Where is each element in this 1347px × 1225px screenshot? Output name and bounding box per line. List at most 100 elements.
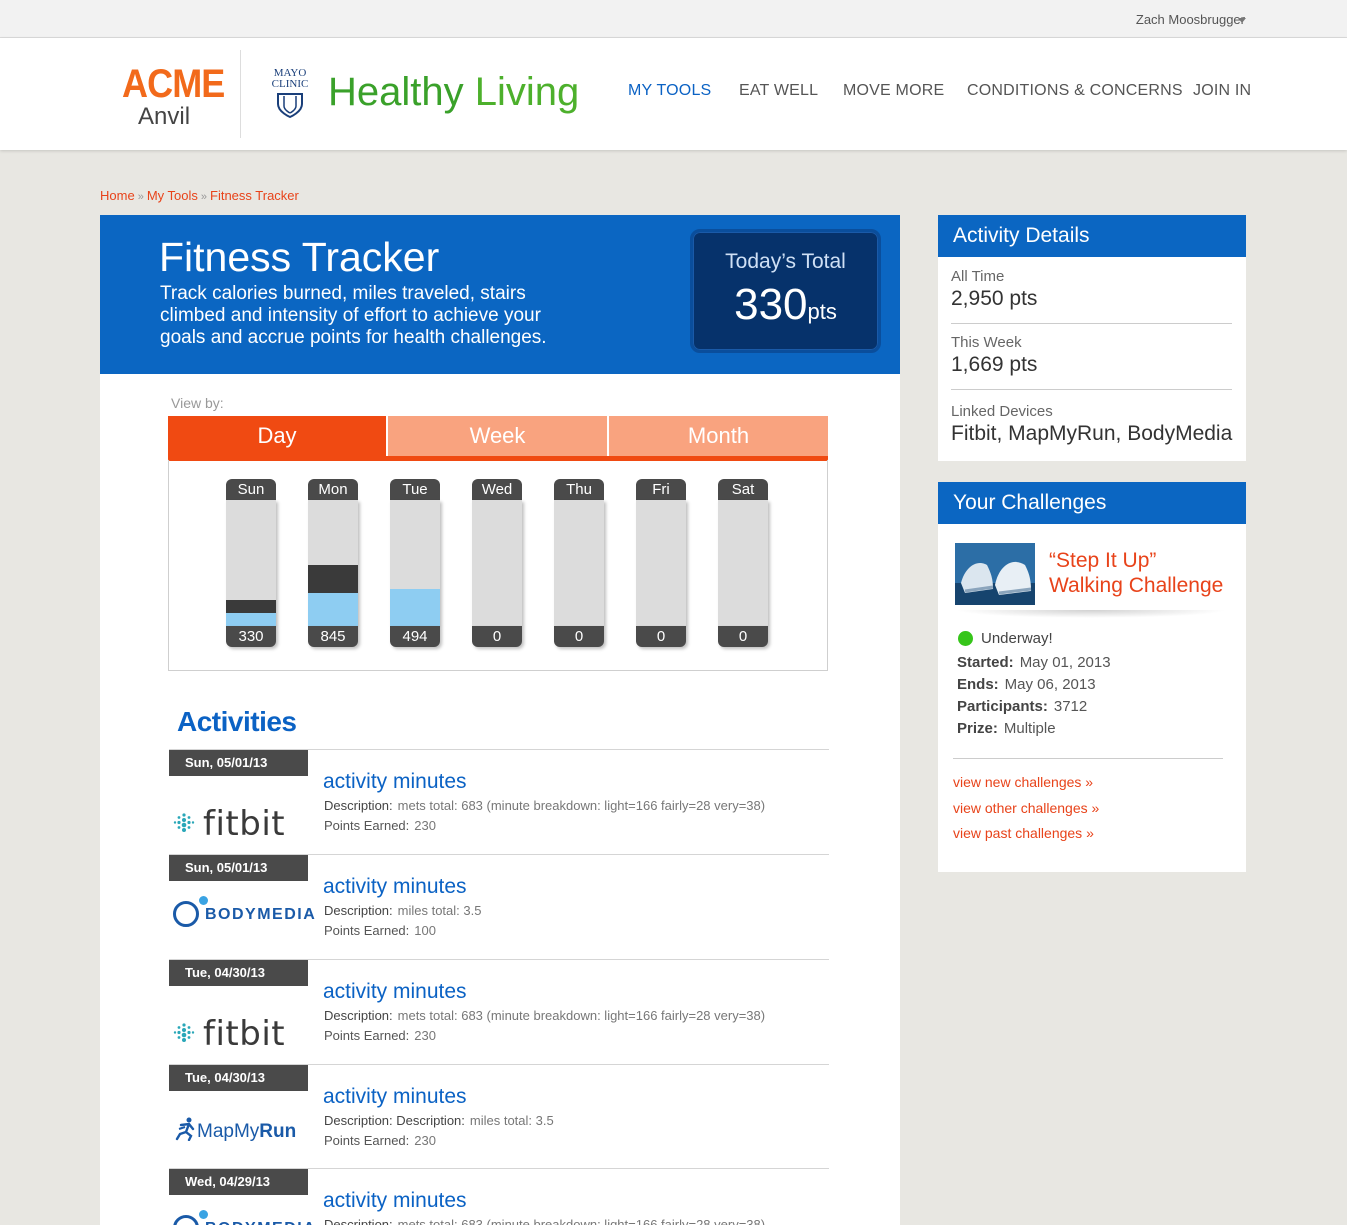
day-bar-track (390, 500, 440, 626)
user-bar: Zach Moosbrugger (0, 0, 1347, 38)
activity-name-link[interactable]: activity minutes (323, 770, 467, 794)
user-menu[interactable]: Zach Moosbrugger (1136, 12, 1245, 27)
bodymedia-ring-icon (173, 1215, 199, 1225)
day-label: Fri (636, 479, 686, 500)
breadcrumb-current[interactable]: Fitness Tracker (210, 188, 299, 203)
day-label: Sun (226, 479, 276, 500)
day-label: Tue (390, 479, 440, 500)
status-green-dot-icon (958, 631, 973, 646)
view-tabs: Day Week Month (168, 416, 828, 461)
device-logo: fitbit (169, 776, 308, 854)
caret-down-icon[interactable] (1238, 18, 1246, 23)
activity-date: Sun, 05/01/13 (169, 855, 308, 881)
day-value: 845 (308, 626, 358, 647)
all-time-value: 2,950 pts (951, 287, 1038, 310)
view-by-label: View by: (171, 395, 224, 411)
day-bar-sun[interactable]: Sun 330 (226, 479, 276, 647)
nav-my-tools[interactable]: MY TOOLS (628, 82, 711, 100)
acme-logo[interactable]: ACME (122, 64, 225, 104)
activity-points: Points Earned: 230 (324, 1028, 436, 1043)
day-bar-fill-dark (226, 600, 276, 613)
challenge-started: Started: May 01, 2013 (957, 654, 1111, 671)
day-bar-fill-light (390, 589, 440, 626)
day-bar-track (718, 500, 768, 626)
sneakers-image (955, 543, 1035, 605)
challenges-panel: Your Challenges “Step It Up” Walking Chal… (938, 482, 1246, 872)
day-value: 0 (636, 626, 686, 647)
view-other-challenges-link[interactable]: view other challenges » (953, 800, 1099, 816)
mapmyrun-wordmark: MapMyRun (197, 1121, 297, 1142)
view-new-challenges-link[interactable]: view new challenges » (953, 774, 1093, 790)
day-bar-thu[interactable]: Thu 0 (554, 479, 604, 647)
divider (951, 323, 1232, 324)
activity-date: Wed, 04/29/13 (169, 1169, 308, 1195)
day-bar-tue[interactable]: Tue 494 (390, 479, 440, 647)
activity-name-link[interactable]: activity minutes (323, 1189, 467, 1213)
device-logo: MapMyRun (169, 1091, 308, 1169)
bodymedia-dot-icon (199, 1210, 208, 1219)
activity-name-link[interactable]: activity minutes (323, 1085, 467, 1109)
challenges-title: Your Challenges (938, 482, 1246, 524)
tab-month[interactable]: Month (609, 416, 828, 456)
todays-total-box: Today’s Total 330pts (690, 229, 881, 353)
activity-details-panel: Activity Details All Time 2,950 pts This… (938, 215, 1246, 461)
page-title: Fitness Tracker (159, 234, 440, 280)
activity-name-link[interactable]: activity minutes (323, 980, 467, 1004)
nav-join-in[interactable]: JOIN IN (1193, 82, 1251, 100)
view-past-challenges-link[interactable]: view past challenges » (953, 825, 1094, 841)
activity-row: Wed, 04/29/13 BODYMEDIA activity minutes De… (169, 1168, 829, 1225)
nav-eat-well[interactable]: EAT WELL (739, 82, 818, 100)
activity-description: Description: miles total: 3.5 (324, 903, 482, 918)
challenge-prize: Prize: Multiple (957, 720, 1056, 737)
device-logo: BODYMEDIA (169, 1195, 315, 1225)
activity-row: Sun, 05/01/13 BODYMEDIA activity minutes De… (169, 854, 829, 959)
fitbit-wordmark: fitbit (203, 1014, 286, 1054)
bodymedia-wordmark: BODYMEDIA (205, 906, 317, 923)
breadcrumb-separator: » (137, 191, 144, 203)
day-bar-track (636, 500, 686, 626)
tab-day[interactable]: Day (168, 416, 386, 456)
challenge-title[interactable]: “Step It Up” Walking Challenge (1049, 548, 1223, 598)
this-week-label: This Week (951, 334, 1022, 351)
activity-details-title: Activity Details (938, 215, 1246, 257)
mayo-clinic-logo[interactable]: MAYO CLINIC (266, 68, 314, 120)
fitbit-dots-icon (173, 1023, 195, 1042)
healthy-living-logo[interactable]: Healthy Living (328, 70, 579, 114)
mapmyrun-logo: MapMyRun (175, 1117, 296, 1143)
device-logo: BODYMEDIA (169, 881, 315, 959)
day-value: 0 (554, 626, 604, 647)
tab-week[interactable]: Week (388, 416, 607, 456)
site-header: ACME Anvil MAYO CLINIC Healthy Living MY … (0, 38, 1347, 150)
day-bar-sat[interactable]: Sat 0 (718, 479, 768, 647)
activity-points: Points Earned: 230 (324, 1133, 436, 1148)
challenge-thumbnail[interactable] (955, 543, 1035, 605)
day-bar-fri[interactable]: Fri 0 (636, 479, 686, 647)
breadcrumb-home[interactable]: Home (100, 188, 135, 203)
day-bar-mon[interactable]: Mon 845 (308, 479, 358, 647)
day-label: Wed (472, 479, 522, 500)
linked-devices-label: Linked Devices (951, 403, 1053, 420)
day-value: 330 (226, 626, 276, 647)
breadcrumb-separator: » (200, 191, 207, 203)
divider (953, 758, 1223, 759)
activity-name-link[interactable]: activity minutes (323, 875, 467, 899)
breadcrumb: Home» My Tools» Fitness Tracker (100, 188, 299, 203)
main-panel: Fitness Tracker Track calories burned, m… (100, 215, 900, 1225)
challenge-ends: Ends: May 06, 2013 (957, 676, 1096, 693)
day-bar-track (308, 500, 358, 626)
activity-points: Points Earned: 100 (324, 923, 436, 938)
day-bar-wed[interactable]: Wed 0 (472, 479, 522, 647)
fitbit-dots-icon (173, 813, 195, 832)
logo-divider (240, 50, 241, 138)
breadcrumb-my-tools[interactable]: My Tools (147, 188, 198, 203)
mayo-clinic-text: MAYO CLINIC (271, 67, 309, 90)
activity-date: Tue, 04/30/13 (169, 960, 308, 986)
nav-move-more[interactable]: MOVE MORE (843, 82, 944, 100)
activities-title: Activities (177, 706, 297, 737)
day-bar-track (554, 500, 604, 626)
day-value: 0 (718, 626, 768, 647)
nav-conditions-concerns[interactable]: CONDITIONS & CONCERNS (967, 82, 1183, 100)
page-description: Track calories burned, miles traveled, s… (160, 283, 547, 348)
activity-description: Description: mets total: 683 (minute brea… (324, 1217, 766, 1225)
linked-devices-value: Fitbit, MapMyRun, BodyMedia (951, 422, 1233, 445)
